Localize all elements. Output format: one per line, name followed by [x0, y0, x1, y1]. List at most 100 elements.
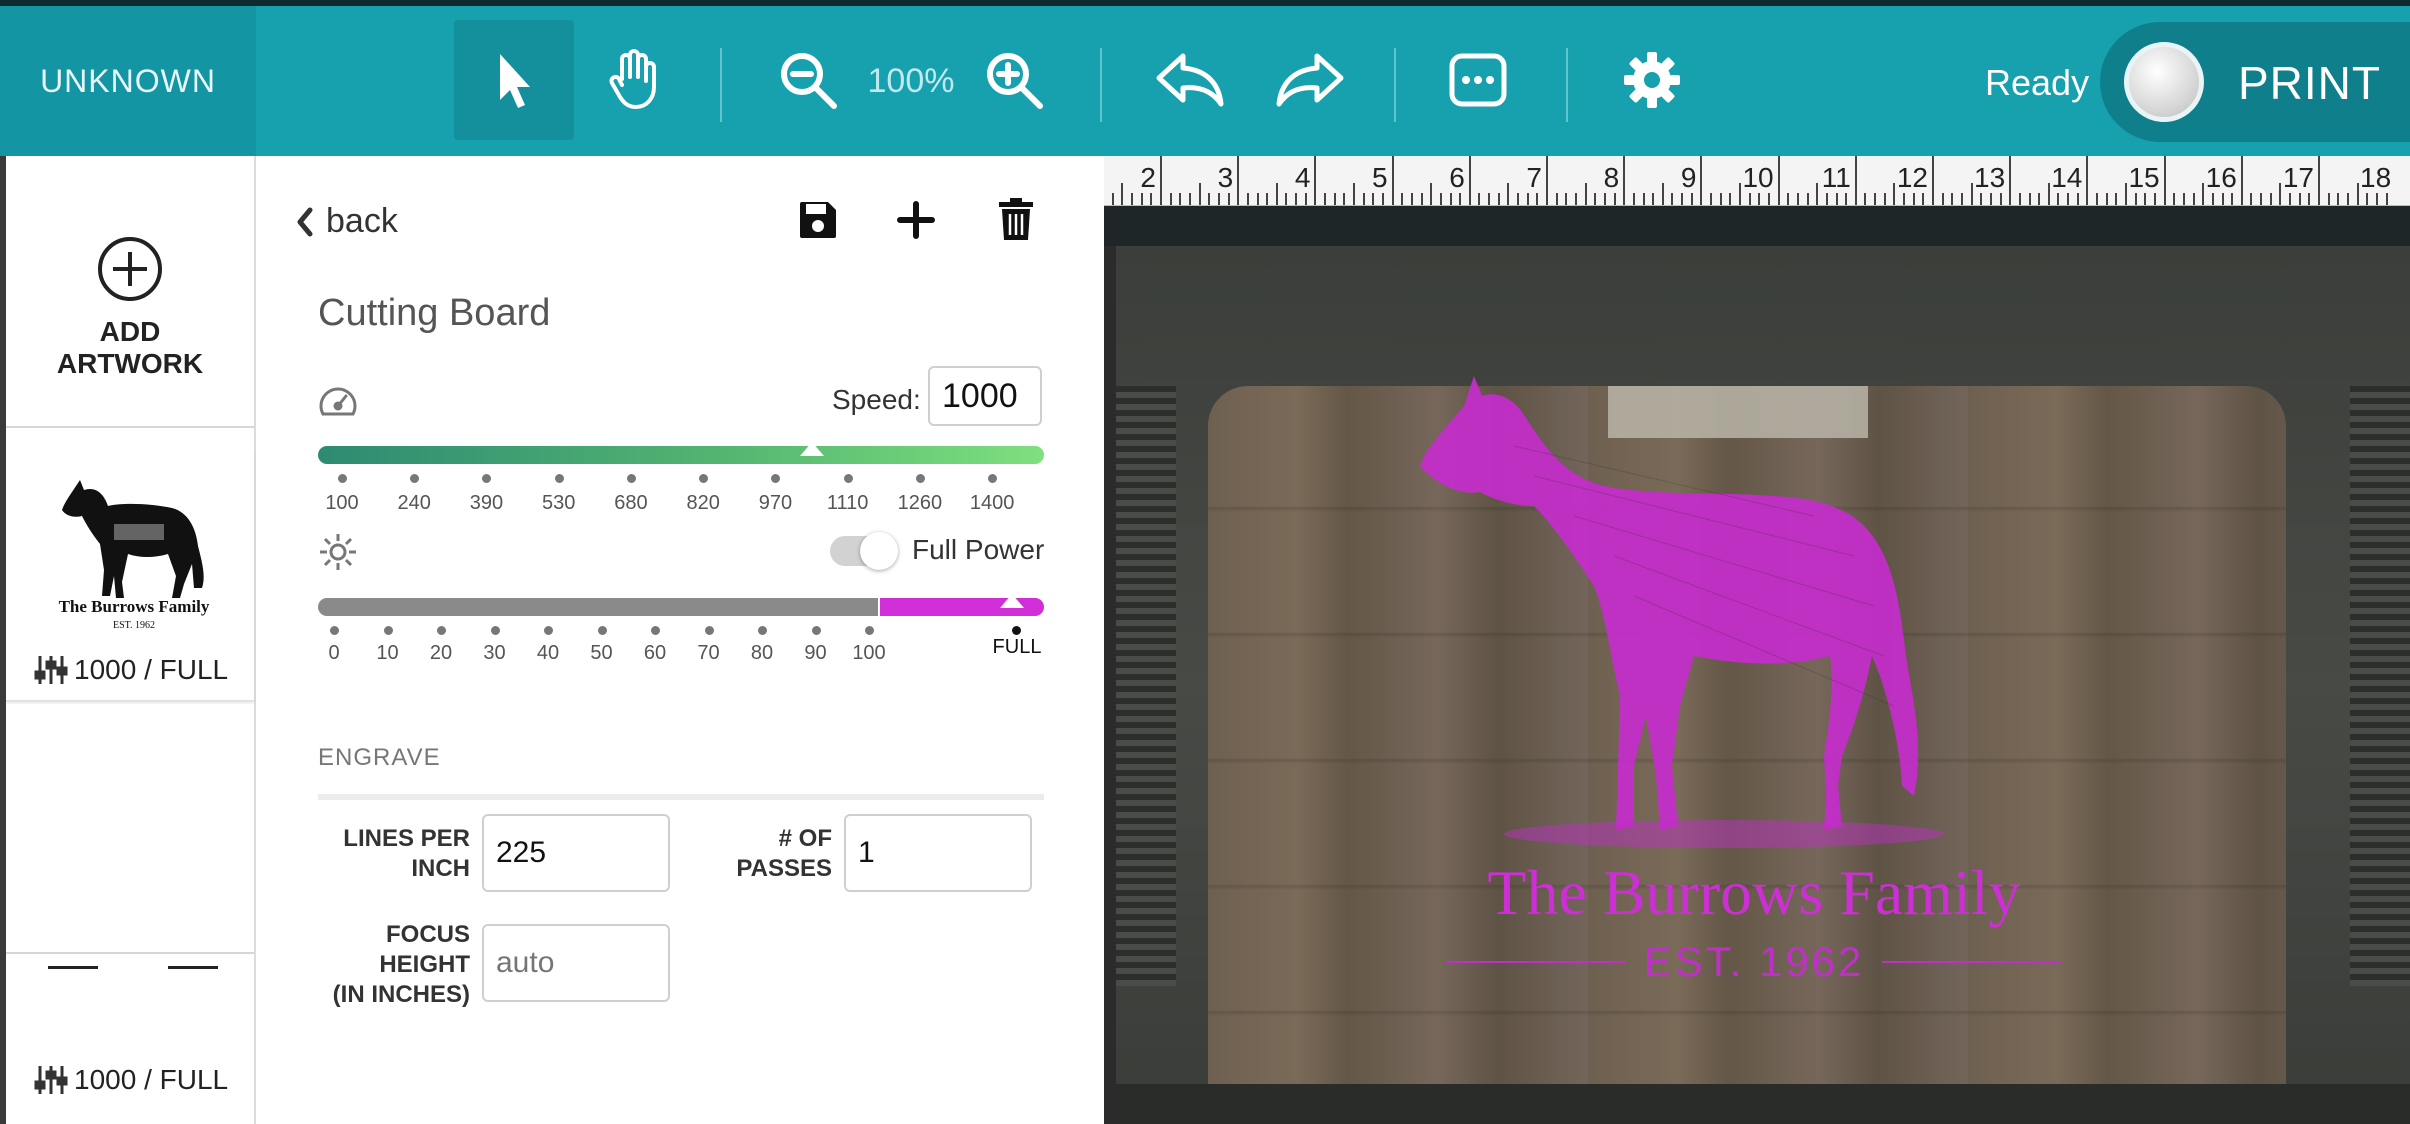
ruler-tick — [1594, 193, 1597, 205]
ruler-tick — [1121, 183, 1124, 205]
bed-front-edge — [1116, 1084, 2410, 1124]
pan-tool-button[interactable] — [574, 20, 694, 140]
ruler-label: 11 — [1821, 162, 1851, 193]
ruler-tick — [2298, 193, 2301, 205]
ruler-tick — [1980, 193, 1983, 205]
power-slider-thumb[interactable] — [998, 592, 1026, 608]
ruler-tick — [2289, 193, 2292, 205]
more-button[interactable] — [1418, 20, 1538, 140]
ruler-tick — [2163, 156, 2166, 205]
bed-vent — [2350, 386, 2410, 986]
speed-tick-label: 530 — [542, 492, 576, 514]
redo-icon — [1276, 53, 1344, 107]
ruler-tick — [2028, 193, 2031, 205]
back-button[interactable]: back — [296, 202, 398, 241]
ruler-label: 9 — [1680, 162, 1697, 193]
ruler-label: 13 — [1974, 162, 2006, 193]
artwork-settings-summary: 1000 / FULL — [34, 654, 228, 686]
ruler-label: 15 — [2128, 162, 2160, 193]
passes-input[interactable] — [844, 814, 1032, 892]
machine-name[interactable]: UNKNOWN — [0, 6, 256, 156]
power-slider-track[interactable] — [318, 598, 878, 616]
ruler-tick — [1246, 193, 1249, 205]
artwork-item-selected[interactable]: The Burrows Family EST. 1962 1000 / FULL — [6, 450, 254, 702]
zoom-in-button[interactable] — [954, 20, 1074, 140]
full-power-toggle[interactable] — [830, 532, 898, 570]
ruler-tick — [1690, 193, 1693, 205]
engraving-subtitle: EST. 1962 — [1444, 938, 2064, 986]
artwork-item[interactable]: 1000 / FULL — [6, 704, 254, 1095]
speed-tick — [410, 474, 420, 483]
lines-per-inch-label: LINES PER INCH — [343, 825, 470, 882]
add-artwork-label: ADD ARTWORK — [56, 316, 204, 379]
ruler-tick — [2009, 156, 2012, 205]
add-setting-button[interactable] — [892, 196, 940, 244]
ruler-tick — [1864, 193, 1867, 205]
engraving-title: The Burrows Family — [1487, 857, 2021, 928]
power-tick — [704, 626, 714, 635]
ruler-tick — [1922, 193, 1925, 205]
ruler-tick — [1160, 156, 1162, 205]
ruler-tick — [1960, 193, 1963, 205]
ruler-tick — [1401, 193, 1404, 205]
ruler-tick — [1343, 193, 1346, 205]
ruler-tick — [1111, 193, 1114, 205]
ruler-tick — [1439, 193, 1442, 205]
ruler-label: 12 — [1896, 162, 1928, 193]
power-tick-label: 60 — [643, 642, 667, 664]
undo-button[interactable] — [1130, 20, 1250, 140]
ruler-tick — [1198, 183, 1201, 205]
ruler-tick — [1430, 183, 1433, 205]
ruler-tick — [1237, 156, 1240, 205]
ruler-tick — [2211, 193, 2214, 205]
ruler-label: 16 — [2205, 162, 2237, 193]
toolbar-divider — [1394, 48, 1396, 122]
ruler-tick — [1845, 193, 1848, 205]
power-tick-label: 20 — [429, 642, 453, 664]
toggle-knob[interactable] — [860, 532, 898, 570]
engraving-rule — [1882, 961, 2063, 963]
save-button[interactable] — [794, 196, 842, 244]
ruler-tick — [2105, 193, 2108, 205]
speed-label: Speed: — [832, 384, 921, 415]
speed-slider-thumb[interactable] — [798, 440, 826, 456]
zoom-out-button[interactable] — [748, 20, 868, 140]
ruler-label: 17 — [2282, 162, 2314, 193]
power-tick-label: 50 — [590, 642, 613, 664]
bed-canvas[interactable]: 2 3 4 5 6 7 8 9 10 11 12 13 14 15 16 17 18 The Burrows F… — [1104, 156, 2410, 1124]
ruler-tick — [1941, 193, 1944, 205]
zoom-out-icon — [781, 53, 837, 109]
redo-button[interactable] — [1250, 20, 1370, 140]
ruler-tick — [1787, 193, 1790, 205]
lines-per-inch-input[interactable] — [482, 814, 670, 892]
ruler-tick — [1710, 193, 1713, 205]
ruler-tick — [1767, 193, 1770, 205]
focus-height-input[interactable] — [482, 924, 670, 1002]
ruler-tick — [1140, 193, 1143, 205]
print-knob[interactable] — [2124, 42, 2204, 122]
gear-icon — [1624, 52, 1680, 108]
speed-slider[interactable] — [318, 442, 1044, 464]
add-artwork-button[interactable]: ADD ARTWORK — [6, 156, 254, 428]
power-tick-label: 40 — [536, 642, 560, 664]
power-tick — [811, 626, 821, 635]
delete-button[interactable] — [992, 196, 1040, 244]
speed-input[interactable] — [928, 366, 1042, 426]
ruler-tick — [2356, 183, 2359, 205]
material-title[interactable]: Cutting Board — [318, 292, 550, 335]
ruler-tick — [2269, 193, 2272, 205]
ruler-tick — [1517, 193, 1520, 205]
speed-tick — [626, 474, 636, 483]
ruler-tick — [2125, 183, 2127, 205]
toolbar: UNKNOWN 100% Ready PRINT — [0, 6, 2410, 156]
ruler-tick — [1353, 183, 1355, 205]
horse-artwork[interactable] — [1394, 356, 2014, 856]
print-button[interactable]: PRINT — [2100, 22, 2410, 142]
ruler-tick — [1816, 183, 1819, 205]
select-tool-button[interactable] — [454, 20, 574, 140]
settings-button[interactable] — [1592, 20, 1712, 140]
toolbar-divider — [1100, 48, 1102, 122]
power-full-label: FULL — [992, 636, 1042, 658]
ruler-tick — [1584, 183, 1587, 205]
power-full-segment[interactable] — [880, 594, 1044, 616]
